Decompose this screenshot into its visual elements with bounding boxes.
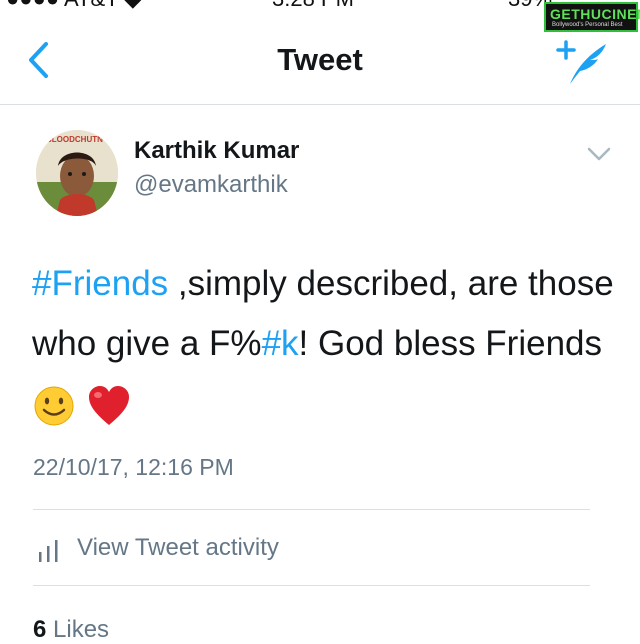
chevron-down-icon[interactable] [586,145,612,163]
compose-quill-icon[interactable] [556,38,608,88]
heart-emoji-icon [88,385,129,425]
avatar-image: BLOODCHUTN [36,130,118,216]
nav-bar: Tweet [0,28,640,105]
likes-label: Likes [53,616,110,643]
analytics-bars-icon [39,540,58,562]
divider [33,585,590,586]
hashtag-link[interactable]: #k [262,324,299,363]
tweet-text-part: ! God bless Friends [298,324,602,363]
hashtag-link[interactable]: #Friends [32,264,168,303]
divider [33,509,590,510]
activity-label: View Tweet activity [77,534,279,561]
page-title: Tweet [277,42,363,77]
likes-count: 6 [33,616,47,643]
avatar[interactable]: BLOODCHUTN [36,130,118,216]
watermark-text: GETHUCINEMA [550,6,640,22]
avatar-caption: BLOODCHUTN [46,135,103,144]
carrier-signal: ●●●● AT&T ◆ [6,0,141,12]
smiley-emoji-icon [34,386,74,426]
tweet-text: #Friends ,simply described, are those wh… [32,254,622,434]
author-handle[interactable]: @evamkarthik [134,171,288,199]
author-name[interactable]: Karthik Kumar [134,137,299,165]
tweet-timestamp: 22/10/17, 12:16 PM [33,454,234,480]
status-time: 3:28 PM [272,0,354,12]
